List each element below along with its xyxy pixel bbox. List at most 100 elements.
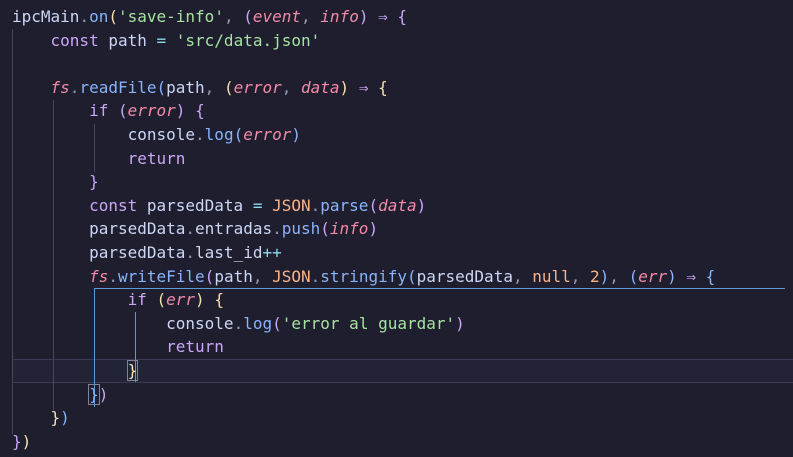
code-lines: ipcMain.on('save-info', (event, info) ⇒ …	[12, 5, 715, 453]
code-token: =	[243, 195, 273, 215]
code-token: {	[397, 7, 408, 26]
code-line[interactable]: })	[12, 430, 715, 454]
code-token: parsedData	[89, 242, 186, 262]
code-token: (	[156, 77, 167, 97]
code-token: )	[291, 124, 302, 144]
code-token: readFile	[79, 77, 157, 97]
code-line[interactable]: fs.readFile(path, (error, data) ⇒ {	[12, 76, 715, 100]
code-token: (	[320, 219, 330, 239]
code-token: info	[320, 7, 359, 26]
code-line[interactable]	[12, 52, 715, 76]
code-line[interactable]: })	[12, 383, 715, 407]
code-token: path	[214, 266, 253, 286]
code-token: )	[339, 77, 350, 97]
code-token: writeFile	[117, 266, 205, 286]
code-line[interactable]: parsedData.entradas.push(info)	[12, 217, 715, 241]
code-line[interactable]: const parsedData = JSON.parse(data)	[12, 194, 715, 218]
code-token: )	[416, 195, 427, 215]
code-line[interactable]: console.log(error)	[12, 123, 715, 147]
code-token: )	[98, 384, 109, 404]
code-token: const	[50, 30, 109, 50]
code-token: 'src/data.json'	[175, 30, 321, 50]
code-token: .	[195, 124, 205, 144]
code-token: error	[243, 124, 292, 144]
code-line[interactable]: parsedData.last_id++	[12, 241, 715, 265]
code-token: log	[204, 124, 234, 144]
code-token: parsedData	[146, 195, 244, 215]
code-token: )	[60, 408, 70, 428]
code-token: console	[127, 124, 196, 144]
code-token: err	[166, 290, 196, 310]
code-token: .	[108, 266, 118, 286]
code-token: ,	[570, 266, 591, 286]
code-token: .	[233, 313, 244, 333]
code-token: }	[89, 172, 99, 192]
code-token: log	[243, 313, 273, 333]
code-token: (	[368, 195, 379, 215]
code-line[interactable]: if (error) {	[12, 99, 715, 123]
code-token: path	[108, 30, 147, 50]
code-token: }	[12, 431, 22, 451]
code-token: ,	[252, 266, 273, 286]
code-token: push	[281, 219, 321, 239]
code-token: ,	[223, 7, 244, 26]
code-token: )	[21, 431, 32, 451]
code-token: .	[185, 219, 196, 239]
code-token: (	[117, 101, 128, 121]
code-token: ⇒	[349, 77, 379, 97]
code-token: const	[89, 195, 147, 215]
code-token: )	[599, 266, 610, 286]
code-line[interactable]: })	[12, 406, 715, 430]
code-token: last_id	[195, 242, 263, 262]
code-token: data	[301, 77, 340, 97]
code-token: fs	[89, 266, 109, 286]
code-token: (	[243, 7, 253, 26]
code-token: if	[89, 101, 118, 121]
code-token: .	[69, 77, 80, 97]
code-token: ,	[281, 77, 302, 97]
code-token: return	[166, 337, 224, 357]
code-token: )	[175, 101, 186, 121]
code-token: stringify	[320, 266, 407, 286]
code-token: fs	[50, 77, 70, 97]
code-token: event	[252, 7, 302, 26]
code-token: ipcMain	[12, 7, 80, 26]
code-token: console	[166, 313, 234, 333]
code-token: parsedData	[89, 219, 186, 239]
code-line[interactable]: return	[12, 335, 715, 359]
code-line[interactable]: fs.writeFile(path, JSON.stringify(parsed…	[12, 265, 715, 289]
code-editor[interactable]: ipcMain.on('save-info', (event, info) ⇒ …	[0, 0, 793, 457]
code-token: .	[185, 242, 196, 262]
code-token: (	[108, 7, 118, 26]
code-line[interactable]: }	[12, 359, 715, 383]
code-token: (	[406, 266, 417, 286]
code-token: }	[126, 359, 139, 381]
code-line[interactable]: return	[12, 147, 715, 171]
code-line[interactable]: const path = 'src/data.json'	[12, 29, 715, 53]
code-token: (	[156, 290, 167, 310]
code-line[interactable]: ipcMain.on('save-info', (event, info) ⇒ …	[12, 5, 715, 29]
code-line[interactable]: }	[12, 170, 715, 194]
code-token: if	[127, 290, 157, 310]
code-token: ,	[204, 77, 224, 97]
code-token: info	[329, 219, 369, 239]
code-line[interactable]: if (err) {	[12, 288, 715, 312]
code-token: (	[233, 124, 244, 144]
code-token: return	[127, 148, 186, 168]
code-token: JSON	[272, 195, 311, 215]
code-line[interactable]: console.log('error al guardar')	[12, 312, 715, 336]
code-token: entradas	[195, 219, 273, 239]
code-token: data	[378, 195, 417, 215]
code-token: parse	[320, 195, 369, 215]
